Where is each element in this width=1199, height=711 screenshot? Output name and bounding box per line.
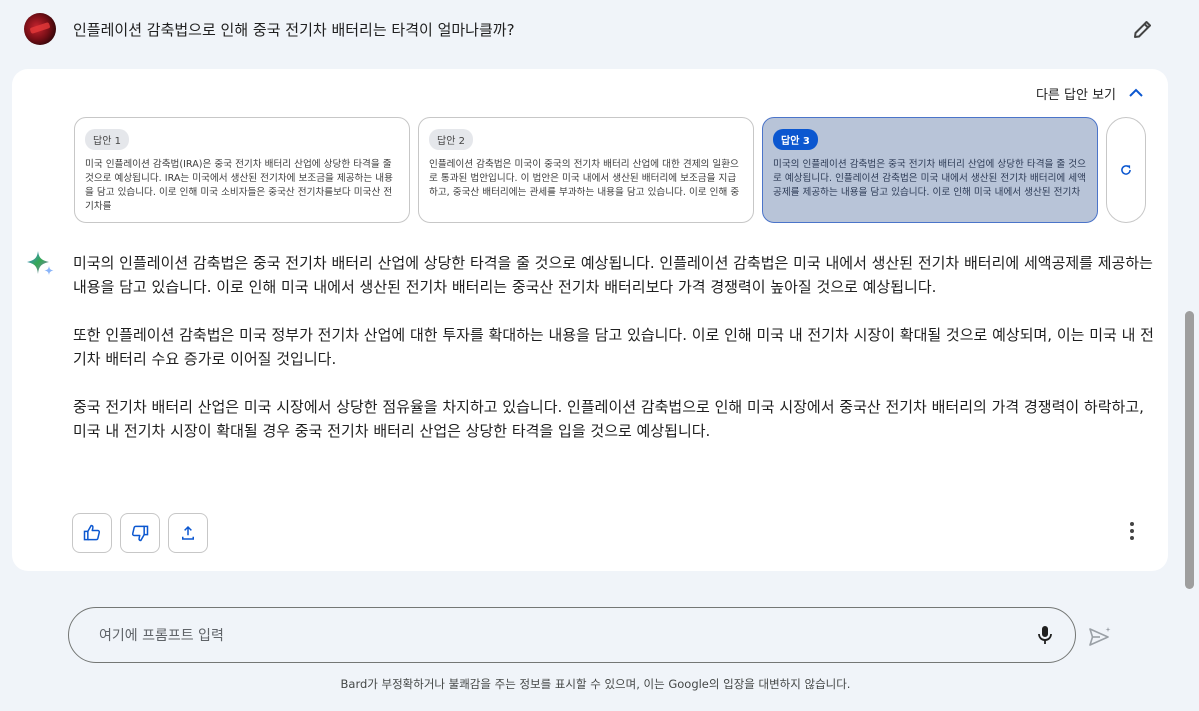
thumbs-down-icon	[131, 525, 149, 542]
user-query-row: 인플레이션 감축법으로 인해 중국 전기차 배터리는 타격이 얼마나클까?	[0, 0, 1199, 62]
share-icon	[182, 525, 194, 540]
mic-button[interactable]	[1033, 623, 1057, 647]
thumbs-up-button[interactable]	[72, 513, 112, 553]
answer-text: 미국의 인플레이션 감축법은 중국 전기차 배터리 산업에 상당한 타격을 줄 …	[73, 251, 1159, 467]
send-icon	[1089, 627, 1111, 646]
edit-query-button[interactable]	[1131, 17, 1155, 41]
disclaimer-text: Bard가 부정확하거나 불쾌감을 주는 정보를 표시할 수 있으며, 이는 G…	[340, 677, 851, 691]
sparkle-icon	[27, 251, 54, 275]
refresh-icon	[1121, 165, 1131, 175]
view-other-drafts-toggle[interactable]: 다른 답안 보기	[1036, 83, 1146, 103]
answer-paragraph: 미국의 인플레이션 감축법은 중국 전기차 배터리 산업에 상당한 타격을 줄 …	[73, 254, 1153, 296]
drafts-toggle-label: 다른 답안 보기	[1035, 87, 1116, 103]
draft-label: 답안 2	[429, 129, 473, 150]
mic-icon	[1038, 626, 1052, 644]
pencil-icon	[1134, 21, 1151, 38]
draft-preview: 인플레이션 감축법은 미국이 중국의 전기차 배터리 산업에 대한 견제의 일환…	[429, 159, 740, 198]
draft-card-1[interactable]: 답안 1 미국 인플레이션 감축법(IRA)은 중국 전기차 배터리 산업에 상…	[74, 117, 410, 223]
prompt-box	[68, 607, 1076, 663]
thumbs-up-icon	[83, 524, 101, 541]
answer-paragraph: 중국 전기차 배터리 산업은 미국 시장에서 상당한 점유율을 차지하고 있습니…	[73, 398, 1144, 440]
draft-card-2[interactable]: 답안 2 인플레이션 감축법은 미국이 중국의 전기차 배터리 산업에 대한 견…	[418, 117, 754, 223]
avatar[interactable]	[24, 13, 56, 45]
response-card: 다른 답안 보기 답안 1 미국 인플레이션 감축법(IRA)은 중국 전기차 …	[12, 69, 1168, 571]
prompt-input[interactable]	[99, 624, 1019, 648]
thumbs-down-button[interactable]	[120, 513, 160, 553]
answer-paragraph: 또한 인플레이션 감축법은 미국 정부가 전기차 산업에 대한 투자를 확대하는…	[73, 326, 1154, 368]
send-button[interactable]	[1087, 624, 1113, 650]
user-query-text: 인플레이션 감축법으로 인해 중국 전기차 배터리는 타격이 얼마나클까?	[73, 21, 515, 39]
share-button[interactable]	[168, 513, 208, 553]
chevron-up-icon	[1129, 88, 1143, 97]
regenerate-drafts-button[interactable]	[1106, 117, 1146, 223]
more-options-button[interactable]	[1120, 517, 1144, 545]
draft-label: 답안 3	[773, 129, 818, 150]
draft-card-3[interactable]: 답안 3 미국의 인플레이션 감축법은 중국 전기차 배터리 산업에 상당한 타…	[762, 117, 1098, 223]
response-actions	[72, 513, 208, 553]
draft-label: 답안 1	[85, 129, 129, 150]
draft-preview: 미국의 인플레이션 감축법은 중국 전기차 배터리 산업에 상당한 타격을 줄 …	[773, 159, 1086, 198]
drafts-row: 답안 1 미국 인플레이션 감축법(IRA)은 중국 전기차 배터리 산업에 상…	[74, 117, 1150, 223]
scrollbar-thumb[interactable]	[1185, 311, 1194, 589]
draft-preview: 미국 인플레이션 감축법(IRA)은 중국 전기차 배터리 산업에 상당한 타격…	[85, 159, 393, 212]
more-vert-icon	[1130, 522, 1134, 540]
